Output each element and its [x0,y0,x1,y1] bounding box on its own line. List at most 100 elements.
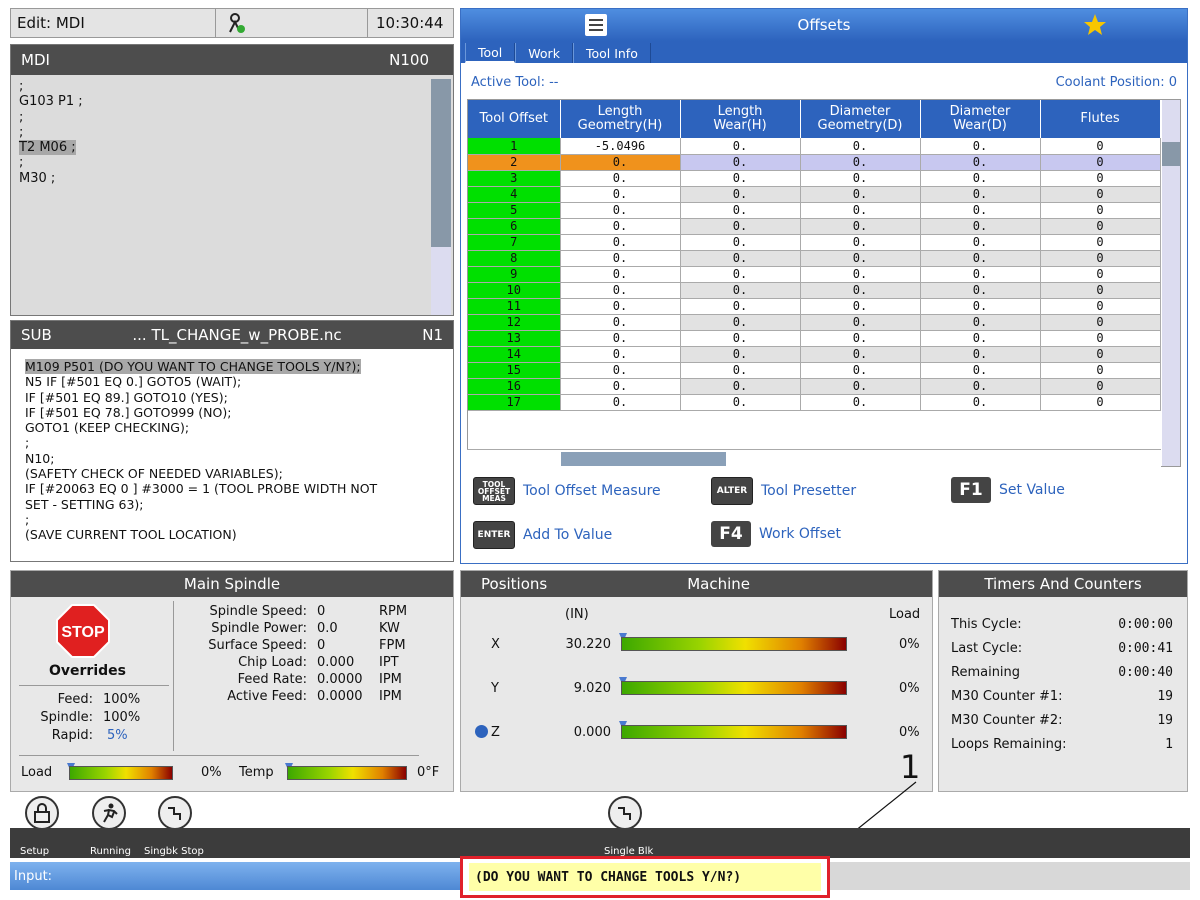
tool-number-cell[interactable]: 13 [468,330,561,347]
table-cell[interactable]: 0. [920,202,1041,219]
table-row[interactable]: 2 0. 0. 0. 0. 0 [468,154,1161,171]
tab-work[interactable]: Work [515,43,573,63]
tool-number-cell[interactable]: 5 [468,202,561,219]
menu-icon[interactable] [585,14,607,40]
table-cell[interactable]: 0. [800,250,921,267]
table-row[interactable]: 8 0. 0. 0. 0. 0 [468,250,1161,267]
running-label[interactable]: Running [90,846,131,857]
tool-number-cell[interactable]: 2 [468,154,561,171]
table-cell[interactable]: 0 [1040,154,1161,171]
mdi-line[interactable]: ; [19,125,83,140]
table-cell[interactable]: 0. [560,186,681,203]
tool-number-cell[interactable]: 14 [468,346,561,363]
table-cell[interactable]: 0. [560,218,681,235]
table-cell[interactable]: 0. [680,346,801,363]
table-cell[interactable]: 0. [560,170,681,187]
table-cell[interactable]: 0. [800,362,921,379]
tool-offset-meas-key[interactable]: TOOL OFFSET MEAS [473,477,515,505]
sub-line[interactable]: (SAVE CURRENT TOOL LOCATION) [25,527,450,542]
table-row[interactable]: 3 0. 0. 0. 0. 0 [468,170,1161,187]
table-cell[interactable]: 0. [920,282,1041,299]
tool-number-cell[interactable]: 1 [468,138,561,155]
running-icon[interactable] [92,796,126,830]
table-cell[interactable]: 0. [560,330,681,347]
tool-number-cell[interactable]: 10 [468,282,561,299]
table-cell[interactable]: 0 [1040,346,1161,363]
mdi-line[interactable]: M30 ; [19,171,83,186]
tool-offset-measure-label[interactable]: Tool Offset Measure [523,483,661,499]
table-cell[interactable]: 0 [1040,138,1161,155]
sub-line[interactable]: N5 IF [#501 EQ 0.] GOTO5 (WAIT); [25,374,450,389]
column-header[interactable]: Length Wear(H) [680,100,801,138]
tool-number-cell[interactable]: 3 [468,170,561,187]
table-cell[interactable]: 0 [1040,250,1161,267]
table-cell[interactable]: 0. [800,266,921,283]
table-cell[interactable]: 0. [680,314,801,331]
table-cell[interactable]: 0. [920,346,1041,363]
tool-number-cell[interactable]: 11 [468,298,561,315]
table-row[interactable]: 17 0. 0. 0. 0. 0 [468,394,1161,411]
table-cell[interactable]: -5.0496 [560,138,681,155]
mdi-scrollbar[interactable] [431,79,451,315]
tab-tool[interactable]: Tool [465,43,516,63]
input-bar[interactable]: Input: [10,862,460,890]
setup-icon[interactable] [25,796,59,830]
table-row[interactable]: 9 0. 0. 0. 0. 0 [468,266,1161,283]
table-cell[interactable]: 0. [920,298,1041,315]
sub-panel[interactable]: SUB ... TL_CHANGE_w_PROBE.nc N1 M109 P50… [10,320,454,562]
tab-tool-info[interactable]: Tool Info [572,43,651,63]
table-cell[interactable]: 0. [920,378,1041,395]
table-cell[interactable]: 0. [920,330,1041,347]
mdi-code[interactable]: ; G103 P1 ;;; T2 M06 ;; M30 ; [19,79,83,186]
table-cell[interactable]: 0. [680,266,801,283]
table-cell[interactable]: 0. [680,234,801,251]
table-cell[interactable]: 0. [800,378,921,395]
table-cell[interactable]: 0. [920,186,1041,203]
tool-number-cell[interactable]: 9 [468,266,561,283]
table-cell[interactable]: 0. [800,330,921,347]
sub-line[interactable]: IF [#501 EQ 89.] GOTO10 (YES); [25,390,450,405]
table-cell[interactable]: 0 [1040,378,1161,395]
sub-line[interactable]: M109 P501 (DO YOU WANT TO CHANGE TOOLS Y… [25,359,361,375]
singbk-stop-label[interactable]: Singbk Stop [144,846,204,857]
table-cell[interactable]: 0. [800,186,921,203]
table-cell[interactable]: 0. [680,138,801,155]
tool-offset-table[interactable]: Tool Offset Length Geometry(H) Length Wear… [467,99,1181,467]
stop-icon[interactable]: STOP [55,603,111,663]
sub-line[interactable]: ; [25,512,450,527]
table-cell[interactable]: 0 [1040,298,1161,315]
table-cell[interactable]: 0. [680,298,801,315]
table-cell[interactable]: 0. [920,138,1041,155]
mdi-line[interactable]: ; [19,110,83,125]
table-cell[interactable]: 0. [680,330,801,347]
mdi-line[interactable]: G103 P1 ; [19,94,83,109]
sub-line[interactable]: IF [#501 EQ 78.] GOTO999 (NO); [25,405,450,420]
table-cell[interactable]: 0. [560,378,681,395]
add-to-value-action[interactable]: ENTER Add To Value [473,521,612,549]
table-cell[interactable]: 0 [1040,186,1161,203]
table-row[interactable]: 15 0. 0. 0. 0. 0 [468,362,1161,379]
f4-key[interactable]: F4 [711,521,751,547]
table-cell[interactable]: 0 [1040,202,1161,219]
tool-number-cell[interactable]: 4 [468,186,561,203]
table-cell[interactable]: 0 [1040,362,1161,379]
mdi-line[interactable]: T2 M06 ; [19,140,76,156]
table-cell[interactable]: 0. [680,362,801,379]
mdi-line[interactable]: ; [19,79,83,94]
table-cell[interactable]: 0 [1040,282,1161,299]
table-cell[interactable]: 0. [800,170,921,187]
table-cell[interactable]: 0. [920,266,1041,283]
table-row[interactable]: 12 0. 0. 0. 0. 0 [468,314,1161,331]
table-vscroll[interactable] [1162,100,1180,466]
table-hscroll[interactable] [467,449,1161,467]
table-cell[interactable]: 0. [920,218,1041,235]
positions-mode[interactable]: Machine [687,575,750,593]
column-header[interactable]: Tool Offset [468,100,561,138]
singbk-stop-icon[interactable] [158,796,192,830]
table-cell[interactable]: 0. [560,314,681,331]
tool-offset-measure-action[interactable]: TOOL OFFSET MEAS Tool Offset Measure [473,477,661,505]
table-row[interactable]: 7 0. 0. 0. 0. 0 [468,234,1161,251]
table-cell[interactable]: 0. [560,362,681,379]
table-cell[interactable]: 0. [680,394,801,411]
table-cell[interactable]: 0. [560,234,681,251]
